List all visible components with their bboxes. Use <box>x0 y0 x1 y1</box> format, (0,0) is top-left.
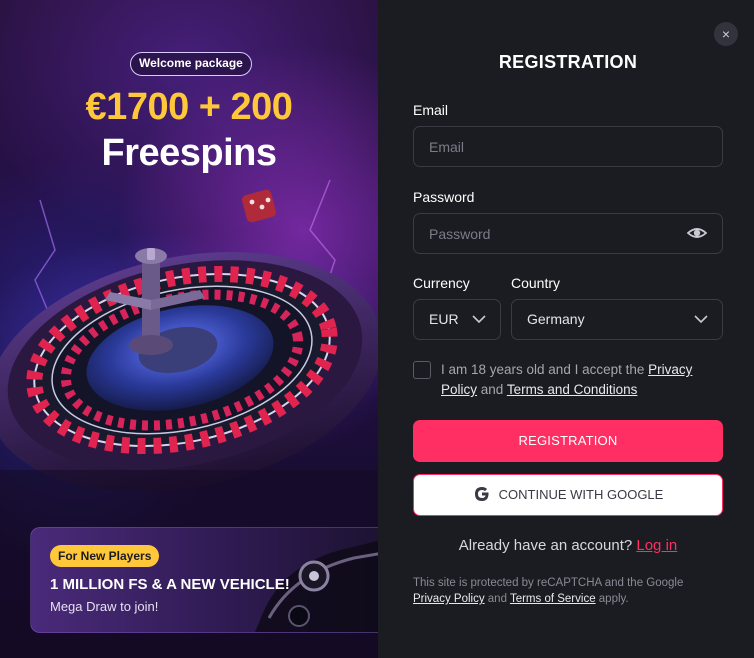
age-terms-checkbox[interactable] <box>413 361 431 379</box>
chevron-down-icon <box>472 315 486 324</box>
close-icon: × <box>721 26 731 42</box>
recaptcha-text-start: This site is protected by reCAPTCHA and … <box>413 577 684 589</box>
login-question: Already have an account? <box>458 537 637 554</box>
close-button[interactable]: × <box>714 22 738 46</box>
promo-amount: €1700 + 200 <box>85 86 293 128</box>
password-field[interactable] <box>413 213 723 254</box>
for-new-players-pill: For New Players <box>50 545 160 567</box>
promo-freespins: Freespins <box>101 132 277 174</box>
registration-title: REGISTRATION <box>498 52 638 72</box>
currency-label: Currency <box>413 275 470 291</box>
email-label: Email <box>413 102 449 118</box>
dice-illustration <box>242 189 276 223</box>
google-button-label: CONTINUE WITH GOOGLE <box>498 487 664 502</box>
password-label: Password <box>413 189 475 205</box>
google-privacy-link[interactable]: Privacy Policy <box>413 593 485 605</box>
chevron-down-icon <box>694 315 708 324</box>
login-link[interactable]: Log in <box>636 537 677 554</box>
country-value: Germany <box>527 311 585 327</box>
promo-panel: Welcome package €1700 + 200 Freespins Fo… <box>0 0 378 658</box>
welcome-package-badge: Welcome package <box>130 52 252 76</box>
currency-select[interactable]: EUR <box>413 299 501 340</box>
continue-with-google-button[interactable]: CONTINUE WITH GOOGLE <box>413 474 723 516</box>
terms-conditions-link[interactable]: Terms and Conditions <box>507 382 638 397</box>
google-icon <box>474 487 489 502</box>
consent-text-and: and <box>477 382 507 397</box>
recaptcha-notice: This site is protected by reCAPTCHA and … <box>413 575 723 607</box>
currency-value: EUR <box>429 311 459 327</box>
login-prompt: Already have an account? Log in <box>413 537 723 554</box>
consent-text: I am 18 years old and I accept the Priva… <box>441 360 721 400</box>
country-select[interactable]: Germany <box>511 299 723 340</box>
country-label: Country <box>511 275 561 291</box>
google-terms-link[interactable]: Terms of Service <box>510 593 596 605</box>
recaptcha-text-end: apply. <box>595 593 629 605</box>
registration-button[interactable]: REGISTRATION <box>413 420 723 462</box>
email-field[interactable] <box>413 126 723 167</box>
recaptcha-text-and: and <box>484 593 510 605</box>
card-title: 1 MILLION FS & A NEW VEHICLE! <box>50 576 290 593</box>
consent-text-start: I am 18 years old and I accept the <box>441 362 649 377</box>
card-subtitle: Mega Draw to join! <box>50 599 159 614</box>
eye-icon[interactable] <box>687 224 707 242</box>
mega-draw-card[interactable]: For New Players 1 MILLION FS & A NEW VEH… <box>30 527 378 633</box>
